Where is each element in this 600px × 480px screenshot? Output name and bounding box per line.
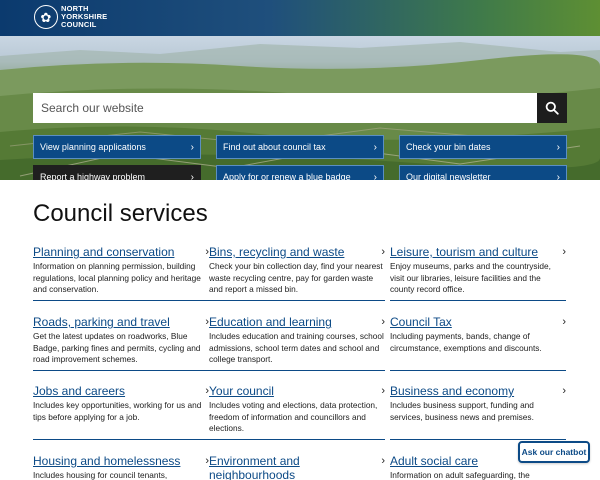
service-your-council[interactable]: Your council › Includes voting and electi… (209, 384, 385, 440)
chevron-right-icon: › (562, 246, 566, 258)
search-input[interactable] (33, 93, 537, 123)
divider (33, 300, 209, 301)
quick-link-highway-problem[interactable]: Report a highway problem › (33, 165, 201, 180)
council-logo[interactable]: ✿ NORTH YORKSHIRE COUNCIL (34, 5, 107, 29)
divider (390, 300, 566, 301)
site-search (33, 93, 567, 123)
quick-link-planning[interactable]: View planning applications › (33, 135, 201, 159)
chevron-right-icon: › (556, 141, 560, 153)
quick-link-council-tax[interactable]: Find out about council tax › (216, 135, 384, 159)
chevron-right-icon: › (381, 385, 385, 397)
quick-link-bin-dates[interactable]: Check your bin dates › (399, 135, 567, 159)
chatbot-button[interactable]: Ask our chatbot (518, 441, 590, 463)
divider (390, 370, 566, 371)
service-leisure[interactable]: Leisure, tourism and culture › Enjoy muse… (390, 245, 566, 301)
quick-link-blue-badge[interactable]: Apply for or renew a blue badge › (216, 165, 384, 180)
chevron-right-icon: › (190, 171, 194, 181)
search-button[interactable] (537, 93, 567, 123)
logo-wordmark: NORTH YORKSHIRE COUNCIL (61, 4, 108, 29)
service-planning[interactable]: Planning and conservation › Information o… (33, 245, 209, 301)
chevron-right-icon: › (381, 455, 385, 467)
chevron-right-icon: › (381, 316, 385, 328)
chevron-right-icon: › (556, 171, 560, 181)
chevron-right-icon: › (381, 246, 385, 258)
chevron-right-icon: › (373, 141, 377, 153)
service-business[interactable]: Business and economy › Includes business … (390, 384, 566, 440)
rose-emblem-icon: ✿ (34, 5, 58, 29)
service-roads[interactable]: Roads, parking and travel › Get the lates… (33, 315, 209, 371)
chevron-right-icon: › (562, 385, 566, 397)
hero-banner: View planning applications› Find out abo… (0, 36, 600, 180)
divider (209, 300, 385, 301)
chevron-right-icon: › (373, 171, 377, 181)
page-title: Council services (33, 200, 208, 227)
quick-link-newsletter[interactable]: Our digital newsletter › (399, 165, 567, 180)
divider (33, 439, 209, 440)
divider (209, 439, 385, 440)
chevron-right-icon: › (562, 316, 566, 328)
service-housing[interactable]: Housing and homelessness › Includes housi… (33, 454, 209, 480)
divider (209, 370, 385, 371)
service-council-tax[interactable]: Council Tax › Including payments, bands, … (390, 315, 566, 371)
service-jobs[interactable]: Jobs and careers › Includes key opportuni… (33, 384, 209, 440)
divider (390, 439, 566, 440)
site-header: ✿ NORTH YORKSHIRE COUNCIL (0, 0, 600, 36)
search-icon (545, 101, 559, 115)
service-environment[interactable]: Environment and neighbourhoods › (209, 454, 385, 480)
divider (33, 370, 209, 371)
service-education[interactable]: Education and learning › Includes educati… (209, 315, 385, 371)
service-bins[interactable]: Bins, recycling and waste › Check your bi… (209, 245, 385, 301)
chevron-right-icon: › (190, 141, 194, 153)
